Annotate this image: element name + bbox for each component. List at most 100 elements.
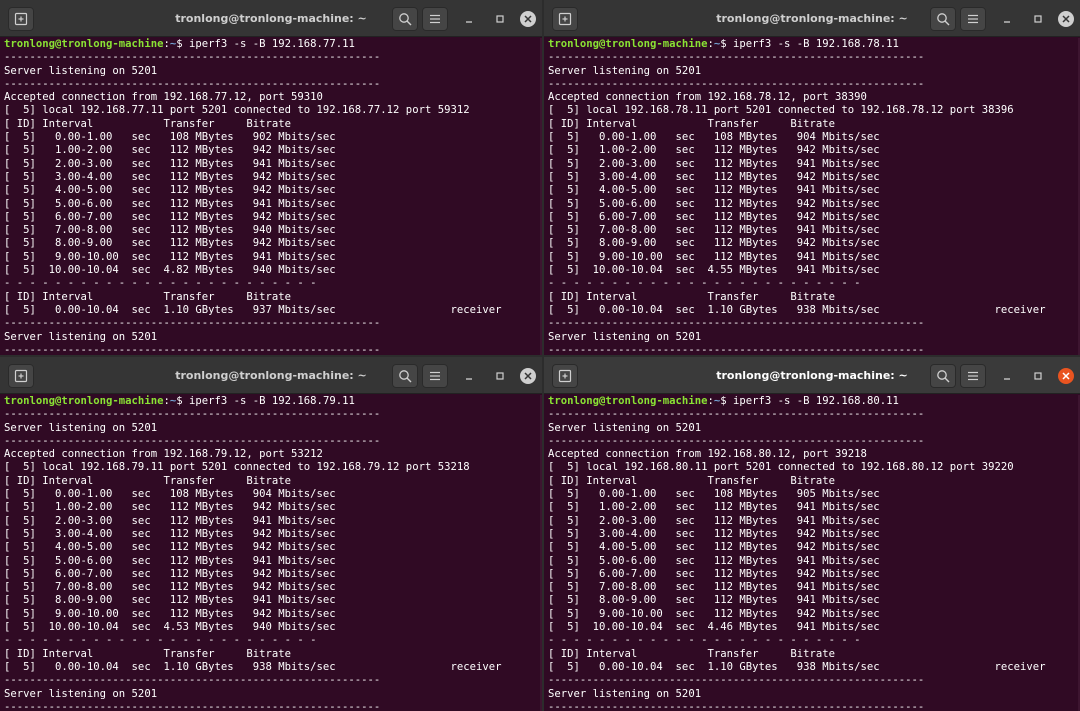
terminal-window-4[interactable]: tronlong@tronlong-machine: ~ tronlong@tro…: [544, 357, 1080, 711]
output-line: ----------------------------------------…: [4, 408, 381, 421]
terminal-window-3[interactable]: tronlong@tronlong-machine: ~ tronlong@tro…: [0, 357, 542, 711]
prompt-line: tronlong@tronlong-machine:~$ iperf3 -s -…: [548, 395, 1080, 408]
output-line: - - - - - - - - - - - - - - - - - - - - …: [548, 277, 861, 290]
output-line: [ 5] 0.00-1.00 sec 108 MBytes 904 Mbits/…: [4, 488, 336, 501]
output-line: [ 5] 9.00-10.00 sec 112 MBytes 942 Mbits…: [548, 607, 880, 620]
output-line: [ 5] 4.00-5.00 sec 112 MBytes 942 Mbits/…: [548, 541, 880, 554]
maximize-button[interactable]: [1030, 11, 1046, 27]
search-button[interactable]: [392, 7, 418, 31]
close-button[interactable]: [520, 11, 536, 27]
command-text: iperf3 -s -B 192.168.78.11: [726, 38, 899, 50]
prompt-user: tronlong@tronlong-machine: [548, 395, 708, 407]
title-bar[interactable]: tronlong@tronlong-machine: ~: [0, 357, 542, 394]
close-button[interactable]: [1058, 368, 1074, 384]
prompt-user: tronlong@tronlong-machine: [548, 38, 708, 50]
output-line: ----------------------------------------…: [4, 700, 381, 711]
output-line: [ 5] 0.00-1.00 sec 108 MBytes 902 Mbits/…: [4, 131, 336, 144]
output-line: ----------------------------------------…: [4, 674, 381, 687]
output-line: [ 5] 1.00-2.00 sec 112 MBytes 941 Mbits/…: [548, 501, 880, 514]
output-line: [ 5] 7.00-8.00 sec 112 MBytes 940 Mbits/…: [4, 224, 336, 237]
maximize-button[interactable]: [492, 368, 508, 384]
command-text: iperf3 -s -B 192.168.80.11: [726, 395, 899, 407]
terminal-window-1[interactable]: tronlong@tronlong-machine: ~ tronlong@tro…: [0, 0, 542, 355]
output-line: [ 5] 10.00-10.04 sec 4.53 MBytes 940 Mbi…: [4, 621, 336, 634]
prompt-line: tronlong@tronlong-machine:~$ iperf3 -s -…: [4, 395, 542, 408]
output-line: [ 5] 5.00-6.00 sec 112 MBytes 942 Mbits/…: [548, 197, 880, 210]
output-line: [ 5] local 192.168.77.11 port 5201 conne…: [4, 104, 470, 117]
output-line: [ 5] 9.00-10.00 sec 112 MBytes 941 Mbits…: [548, 250, 880, 263]
output-line: ----------------------------------------…: [548, 674, 925, 687]
minimize-button[interactable]: [461, 368, 477, 384]
scrollbar[interactable]: [540, 38, 542, 355]
title-bar[interactable]: tronlong@tronlong-machine: ~: [544, 357, 1080, 394]
output-line: ----------------------------------------…: [4, 434, 381, 447]
output-line: ----------------------------------------…: [4, 317, 381, 330]
terminal-output[interactable]: tronlong@tronlong-machine:~$ iperf3 -s -…: [4, 395, 542, 711]
output-line: ----------------------------------------…: [548, 408, 925, 421]
output-line: Server listening on 5201: [4, 330, 158, 343]
menu-button[interactable]: [960, 7, 986, 31]
command-text: iperf3 -s -B 192.168.79.11: [182, 395, 355, 407]
title-bar[interactable]: tronlong@tronlong-machine: ~: [544, 0, 1080, 37]
close-button[interactable]: [520, 368, 536, 384]
terminal-output[interactable]: tronlong@tronlong-machine:~$ iperf3 -s -…: [548, 395, 1080, 711]
menu-button[interactable]: [960, 364, 986, 388]
output-line: [ 5] 2.00-3.00 sec 112 MBytes 941 Mbits/…: [548, 514, 880, 527]
output-line: [ 5] 6.00-7.00 sec 112 MBytes 942 Mbits/…: [4, 210, 336, 223]
prompt-line: tronlong@tronlong-machine:~$ iperf3 -s -…: [548, 38, 1080, 51]
output-line: ----------------------------------------…: [4, 77, 381, 90]
output-line: [ ID] Interval Transfer Bitrate: [548, 117, 836, 130]
output-line: [ 5] 5.00-6.00 sec 112 MBytes 941 Mbits/…: [548, 554, 880, 567]
menu-button[interactable]: [422, 7, 448, 31]
output-line: [ ID] Interval Transfer Bitrate: [548, 290, 836, 303]
scrollbar[interactable]: [540, 395, 542, 711]
output-line: [ 5] 0.00-1.00 sec 108 MBytes 905 Mbits/…: [548, 488, 880, 501]
output-line: Server listening on 5201: [4, 64, 158, 77]
output-line: ----------------------------------------…: [548, 700, 925, 711]
search-button[interactable]: [930, 7, 956, 31]
output-line: [ 5] 0.00-10.04 sec 1.10 GBytes 938 Mbit…: [548, 303, 1046, 316]
output-line: [ 5] 1.00-2.00 sec 112 MBytes 942 Mbits/…: [548, 144, 880, 157]
output-line: [ 5] 4.00-5.00 sec 112 MBytes 941 Mbits/…: [548, 184, 880, 197]
close-button[interactable]: [1058, 11, 1074, 27]
output-line: [ ID] Interval Transfer Bitrate: [4, 117, 292, 130]
output-line: [ 5] 10.00-10.04 sec 4.55 MBytes 941 Mbi…: [548, 264, 880, 277]
terminal-output[interactable]: tronlong@tronlong-machine:~$ iperf3 -s -…: [548, 38, 1080, 355]
minimize-button[interactable]: [999, 11, 1015, 27]
output-line: [ 5] 8.00-9.00 sec 112 MBytes 942 Mbits/…: [548, 237, 880, 250]
output-line: ----------------------------------------…: [548, 51, 925, 64]
terminal-window-2[interactable]: tronlong@tronlong-machine: ~ tronlong@tro…: [544, 0, 1080, 355]
output-line: [ 5] 7.00-8.00 sec 112 MBytes 941 Mbits/…: [548, 224, 880, 237]
maximize-button[interactable]: [1030, 368, 1046, 384]
output-line: ----------------------------------------…: [548, 317, 925, 330]
output-line: [ 5] 0.00-10.04 sec 1.10 GBytes 938 Mbit…: [548, 660, 1046, 673]
new-tab-button[interactable]: [8, 7, 34, 31]
output-line: ----------------------------------------…: [4, 51, 381, 64]
output-line: [ 5] 7.00-8.00 sec 112 MBytes 941 Mbits/…: [548, 581, 880, 594]
output-line: Server listening on 5201: [548, 421, 702, 434]
output-line: [ 5] 4.00-5.00 sec 112 MBytes 942 Mbits/…: [4, 541, 336, 554]
output-line: Server listening on 5201: [548, 687, 702, 700]
minimize-button[interactable]: [461, 11, 477, 27]
minimize-button[interactable]: [999, 368, 1015, 384]
output-line: [ 5] 8.00-9.00 sec 112 MBytes 942 Mbits/…: [4, 237, 336, 250]
title-bar[interactable]: tronlong@tronlong-machine: ~: [0, 0, 542, 37]
search-button[interactable]: [930, 364, 956, 388]
new-tab-button[interactable]: [8, 364, 34, 388]
output-line: [ 5] 3.00-4.00 sec 112 MBytes 942 Mbits/…: [4, 527, 336, 540]
output-line: - - - - - - - - - - - - - - - - - - - - …: [548, 634, 861, 647]
new-tab-button[interactable]: [552, 7, 578, 31]
output-line: [ 5] 10.00-10.04 sec 4.46 MBytes 941 Mbi…: [548, 621, 880, 634]
output-line: Accepted connection from 192.168.80.12, …: [548, 448, 867, 461]
menu-button[interactable]: [422, 364, 448, 388]
output-line: [ ID] Interval Transfer Bitrate: [548, 474, 836, 487]
output-line: [ 5] 10.00-10.04 sec 4.82 MBytes 940 Mbi…: [4, 264, 336, 277]
output-line: [ ID] Interval Transfer Bitrate: [4, 474, 292, 487]
search-button[interactable]: [392, 364, 418, 388]
terminal-output[interactable]: tronlong@tronlong-machine:~$ iperf3 -s -…: [4, 38, 542, 355]
maximize-button[interactable]: [492, 11, 508, 27]
output-line: Server listening on 5201: [4, 421, 158, 434]
new-tab-button[interactable]: [552, 364, 578, 388]
output-line: - - - - - - - - - - - - - - - - - - - - …: [4, 277, 317, 290]
prompt-user: tronlong@tronlong-machine: [4, 38, 164, 50]
